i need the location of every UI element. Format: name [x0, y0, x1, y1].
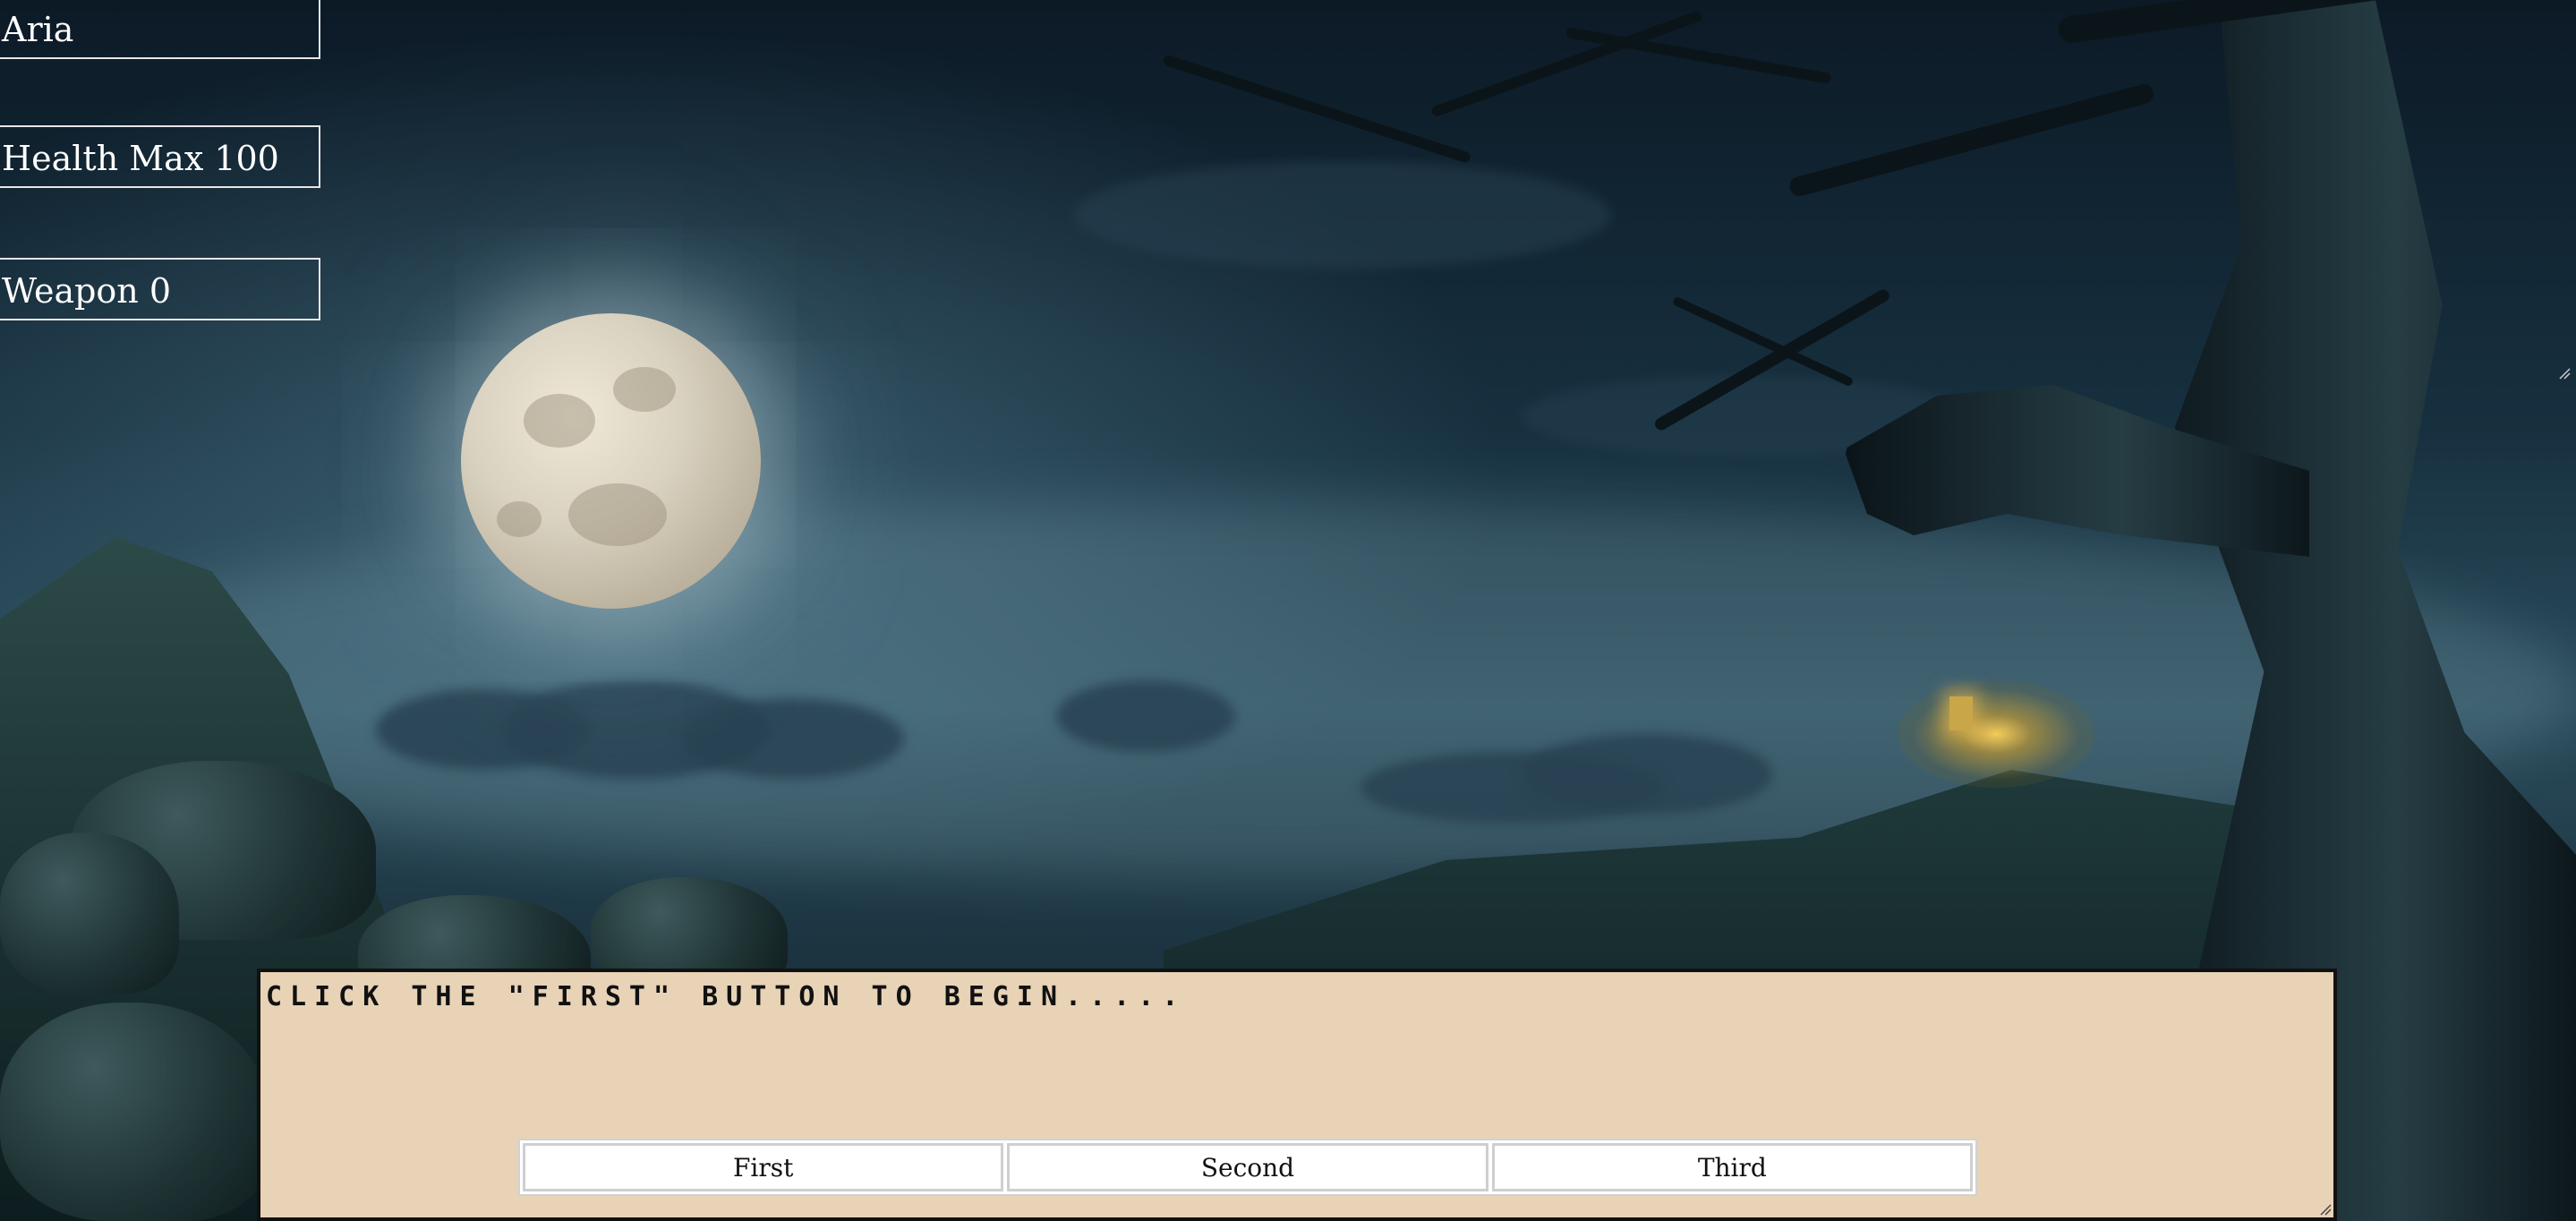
resize-grip-icon[interactable] [2319, 1203, 2332, 1216]
moon-crater [497, 501, 542, 537]
cloud [1056, 680, 1235, 752]
third-button[interactable]: Third [1491, 1143, 1973, 1191]
cloud [1074, 161, 1611, 269]
first-button[interactable]: First [523, 1143, 1004, 1191]
cloud [680, 698, 904, 779]
tree-branch [1565, 27, 1832, 85]
weapon-stat-box: Weapon 0 [0, 258, 320, 320]
game-background-scene: Aria Health Max 100 Weapon 0 CLICK THE "… [0, 0, 2576, 1221]
story-message: CLICK THE "FIRST" BUTTON TO BEGIN..... [266, 981, 1187, 1012]
story-dialog: CLICK THE "FIRST" BUTTON TO BEGIN..... F… [257, 969, 2337, 1221]
tree-branch [1429, 9, 1703, 118]
player-name-box: Aria [0, 0, 320, 59]
moon-crater [524, 394, 595, 448]
moon-crater [613, 367, 676, 412]
moon [461, 313, 761, 609]
moon-crater [568, 483, 667, 546]
rock [0, 832, 179, 994]
glowing-light [1898, 680, 2094, 788]
cloud [1522, 734, 1772, 815]
tree-branch [1162, 54, 1472, 164]
tree-branch [1671, 295, 1855, 388]
resize-grip-icon[interactable] [2558, 367, 2571, 380]
health-stat-box: Health Max 100 [0, 125, 320, 188]
second-button[interactable]: Second [1007, 1143, 1488, 1191]
choice-button-row: First Second Third [518, 1139, 1977, 1196]
tree-branch [1787, 81, 2156, 199]
rock [0, 1003, 269, 1221]
distant-house [1949, 696, 1973, 730]
